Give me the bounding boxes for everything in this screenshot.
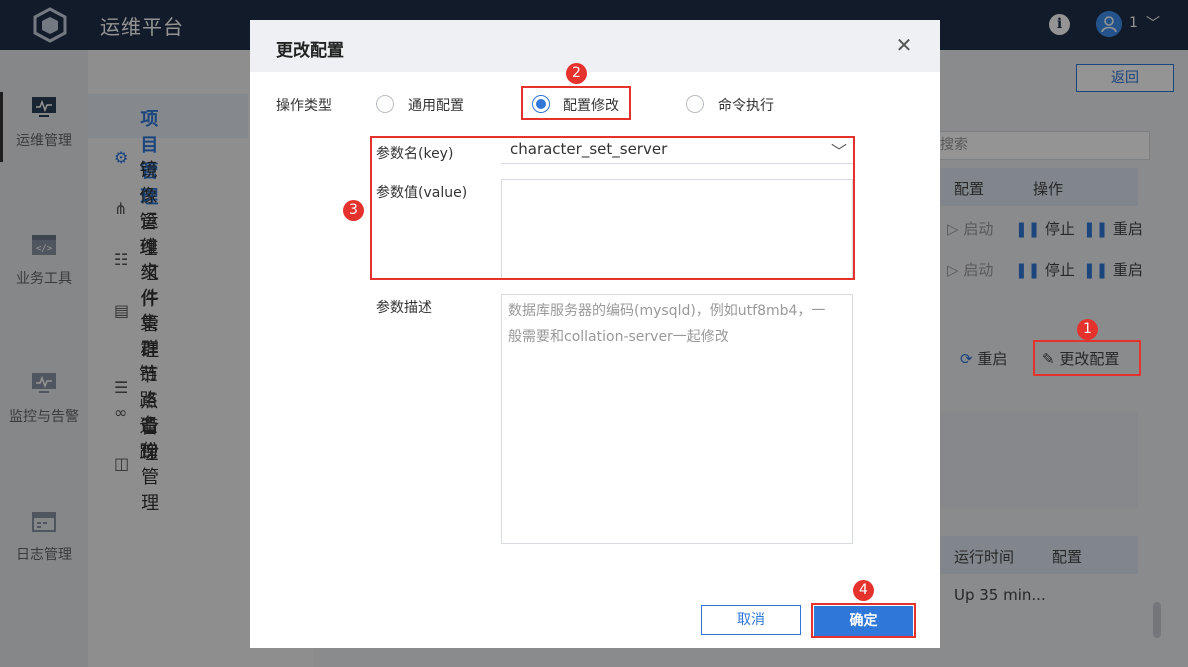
annotation-box-4	[811, 603, 916, 638]
annotation-box-1	[1033, 340, 1141, 376]
dialog-title: 更改配置	[276, 41, 344, 61]
desc-label: 参数描述	[376, 300, 432, 316]
dialog-header	[250, 20, 940, 72]
annotation-badge-2: 2	[566, 63, 587, 84]
radio-label[interactable]: 通用配置	[408, 95, 464, 115]
annotation-badge-4: 4	[853, 580, 874, 601]
close-icon[interactable]: ✕	[894, 35, 914, 55]
radio-command-exec[interactable]	[686, 95, 704, 113]
desc-text-line: 般需要和collation-server一起修改	[508, 329, 729, 345]
radio-general-config[interactable]	[376, 95, 394, 113]
op-type-label: 操作类型	[276, 98, 332, 114]
annotation-box-2	[521, 86, 631, 120]
desc-textarea[interactable]: 数据库服务器的编码(mysqld)，例如utf8mb4，一 般需要和collat…	[501, 294, 853, 544]
annotation-badge-3: 3	[343, 200, 364, 221]
desc-text-line: 数据库服务器的编码(mysqld)，例如utf8mb4，一	[508, 303, 826, 319]
cancel-button[interactable]: 取消	[701, 605, 801, 635]
radio-label[interactable]: 命令执行	[718, 95, 774, 115]
annotation-badge-1: 1	[1077, 319, 1098, 340]
annotation-box-3	[370, 136, 855, 280]
